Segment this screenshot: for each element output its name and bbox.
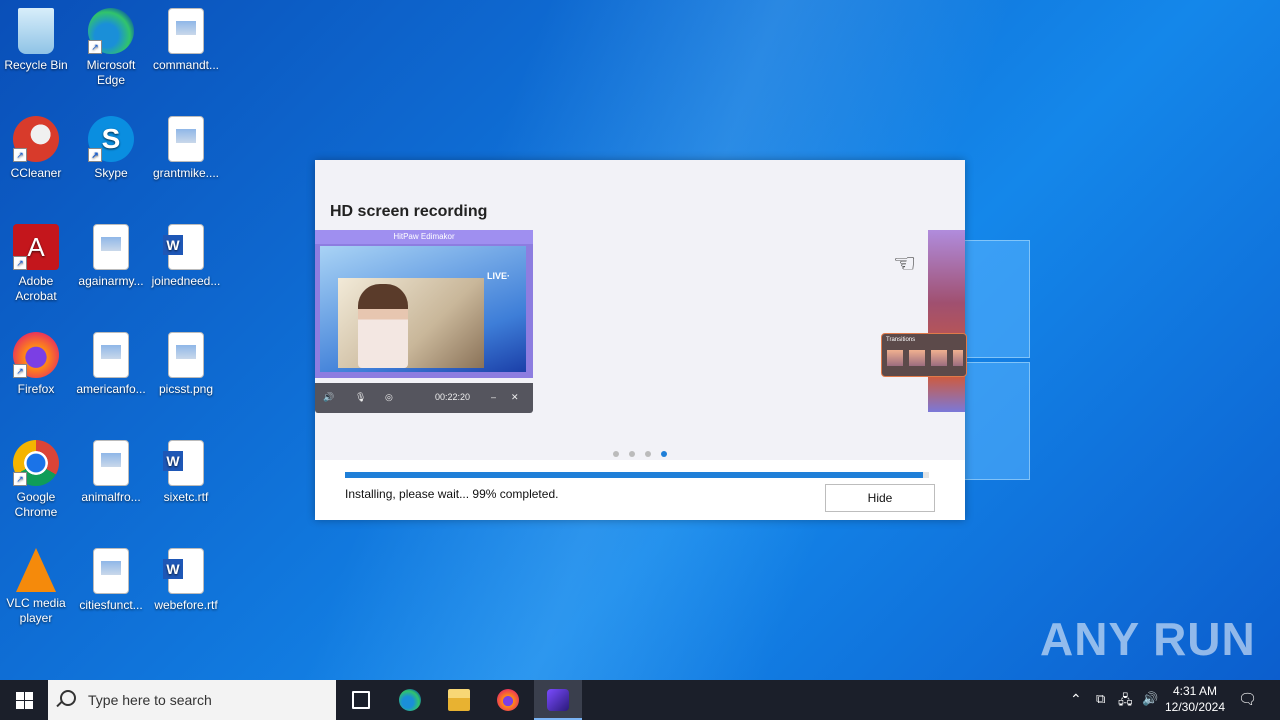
clock-date: 12/30/2024 xyxy=(1164,700,1226,714)
close-icon: ✕ xyxy=(511,392,519,402)
taskbar-firefox[interactable] xyxy=(484,680,532,720)
task-view-icon xyxy=(352,691,370,709)
install-progress-bar xyxy=(345,472,929,478)
desktop-icon-picsst[interactable]: picsst.png xyxy=(150,332,222,397)
clock-time: 4:31 AM xyxy=(1172,684,1218,698)
desktop-icon-citiesfunct[interactable]: citiesfunct... xyxy=(75,548,147,613)
task-view-button[interactable] xyxy=(336,680,384,720)
adobe-acrobat-icon: A ↗ xyxy=(13,224,59,270)
desktop-icon-webefore[interactable]: W webefore.rtf xyxy=(150,548,222,613)
word-document-icon: W xyxy=(163,440,204,486)
preview-timer: 00:22:20 xyxy=(435,392,471,402)
start-button[interactable] xyxy=(0,680,48,720)
install-footer: Installing, please wait... 99% completed… xyxy=(315,460,965,520)
pointing-hand-icon: ☜ xyxy=(893,248,917,278)
slide-dot-active[interactable] xyxy=(661,451,667,457)
transitions-label: Transitions xyxy=(886,337,916,343)
image-file-icon xyxy=(168,332,204,378)
word-document-icon: W xyxy=(163,224,204,270)
image-file-icon xyxy=(93,224,129,270)
camera-icon: ◎ xyxy=(385,392,393,402)
taskbar: Type here to search ⌃ ⧉ 🖧 🔊 4:31 AM 12/3… xyxy=(0,680,1280,720)
desktop-icon-commandt[interactable]: commandt... xyxy=(150,8,222,73)
chrome-icon: ↗ xyxy=(13,440,59,486)
desktop-icon-againarmy[interactable]: againarmy... xyxy=(75,224,147,289)
desktop-icon-recycle-bin[interactable]: Recycle Bin xyxy=(0,8,72,73)
skype-icon: S ↗ xyxy=(88,116,134,162)
taskbar-search-box[interactable]: Type here to search xyxy=(48,680,336,720)
edimakor-icon xyxy=(547,689,569,711)
preview-screen: LIVE· xyxy=(320,246,526,372)
image-file-icon xyxy=(168,8,204,54)
desktop-icon-joinedneed[interactable]: W joinedneed... xyxy=(150,224,222,289)
preview-control-bar: 🔊 🎙 ◎ 00:22:20 – ✕ xyxy=(315,383,533,413)
transition-thumb xyxy=(909,350,925,366)
desktop-icon-grantmike[interactable]: grantmike.... xyxy=(150,116,222,181)
desktop-icon-microsoft-edge[interactable]: ↗ Microsoft Edge xyxy=(75,8,147,88)
recycle-bin-icon xyxy=(18,8,54,54)
firefox-icon: ↗ xyxy=(13,332,59,378)
ccleaner-icon: ↗ xyxy=(13,116,59,162)
slide-next-preview xyxy=(928,230,965,412)
search-placeholder: Type here to search xyxy=(88,692,212,708)
microphone-icon: 🎙 xyxy=(355,392,367,402)
image-file-icon xyxy=(93,332,129,378)
hide-button[interactable]: Hide xyxy=(825,484,935,512)
preview-teacher-figure xyxy=(358,284,408,368)
slide-title: HD screen recording xyxy=(330,203,488,220)
firefox-icon xyxy=(497,689,519,711)
install-progress-fill xyxy=(345,472,924,478)
search-icon xyxy=(60,690,76,706)
desktop-icon-animalfro[interactable]: animalfro... xyxy=(75,440,147,505)
slide-dot[interactable] xyxy=(613,451,619,457)
taskbar-clock[interactable]: 4:31 AM 12/30/2024 xyxy=(1160,683,1230,715)
image-file-icon xyxy=(93,548,129,594)
transition-thumb xyxy=(953,350,963,366)
word-document-icon: W xyxy=(163,548,204,594)
vlc-cone-icon xyxy=(16,548,56,592)
transition-thumb xyxy=(931,350,947,366)
transitions-panel: Transitions xyxy=(881,333,967,377)
desktop-icon-skype[interactable]: S ↗ Skype xyxy=(75,116,147,181)
minimize-icon: – xyxy=(491,392,497,402)
desktop-icon-ccleaner[interactable]: ↗ CCleaner xyxy=(0,116,72,181)
speaker-icon: 🔊 xyxy=(323,392,335,402)
slide-dot[interactable] xyxy=(645,451,651,457)
desktop-icon-google-chrome[interactable]: ↗ Google Chrome xyxy=(0,440,72,520)
folder-icon xyxy=(448,689,470,711)
preview-live-label: LIVE· xyxy=(486,271,510,281)
edge-icon: ↗ xyxy=(88,8,134,54)
taskbar-edge[interactable] xyxy=(386,680,434,720)
slide-dot[interactable] xyxy=(629,451,635,457)
image-file-icon xyxy=(168,116,204,162)
desktop-icon-vlc[interactable]: VLC media player xyxy=(0,548,72,626)
desktop-icon-firefox[interactable]: ↗ Firefox xyxy=(0,332,72,397)
image-file-icon xyxy=(93,440,129,486)
desktop-icon-sixetc[interactable]: W sixetc.rtf xyxy=(150,440,222,505)
install-status-text: Installing, please wait... 99% completed… xyxy=(345,487,559,501)
desktop-icon-adobe-acrobat[interactable]: A ↗ Adobe Acrobat xyxy=(0,224,72,304)
taskbar-file-explorer[interactable] xyxy=(435,680,483,720)
transition-thumb xyxy=(887,350,903,366)
edge-icon xyxy=(399,689,421,711)
slide-preview-recorder: HitPaw Edimakor LIVE· xyxy=(315,230,533,378)
taskbar-installer-app[interactable] xyxy=(534,680,582,720)
desktop-icon-americanfo[interactable]: americanfo... xyxy=(75,332,147,397)
anyrun-watermark: ANY RUN xyxy=(1040,613,1256,665)
preview-app-title: HitPaw Edimakor xyxy=(315,230,533,244)
installer-dialog: HD screen recording HitPaw Edimakor LIVE… xyxy=(315,160,967,520)
